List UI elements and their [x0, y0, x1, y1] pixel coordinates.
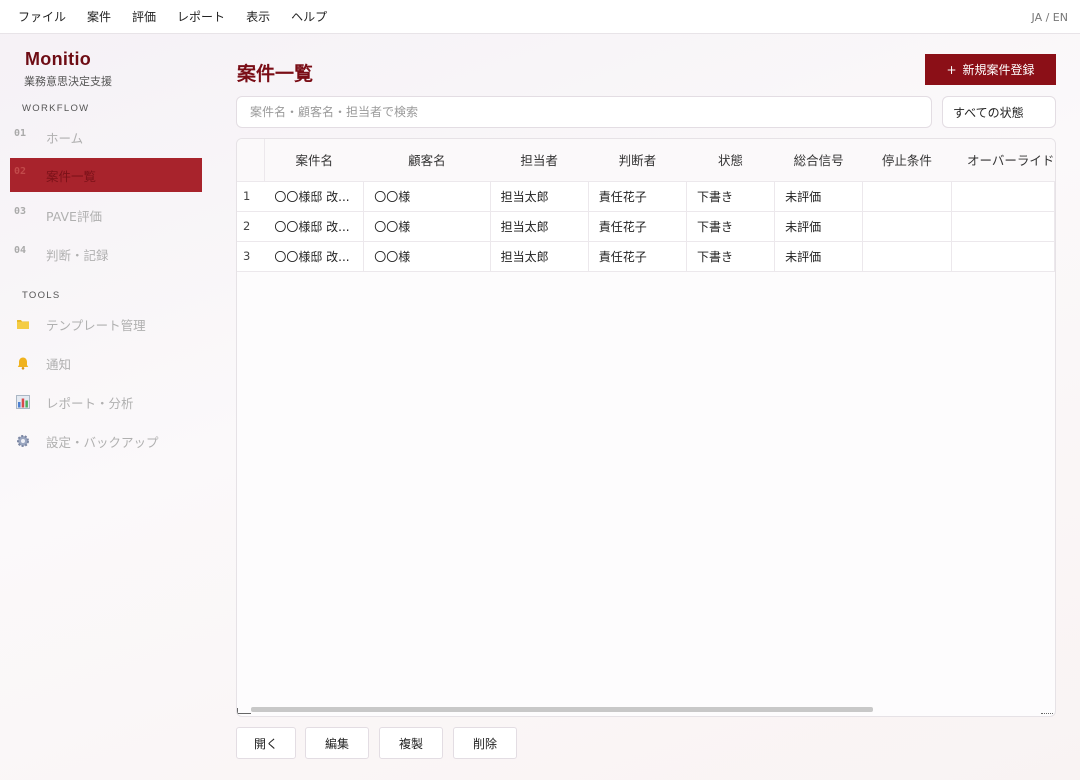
cell-case-name[interactable]: 〇〇様邸 改...	[264, 211, 365, 242]
cell-assignee[interactable]: 担当太郎	[490, 181, 589, 212]
language-switch[interactable]: JA / EN	[1032, 11, 1068, 24]
cell-stop-condition[interactable]	[862, 241, 952, 272]
row-index: 2	[237, 211, 265, 242]
table-header-row: 案件名 顧客名 担当者 判断者 状態 総合信号 停止条件 オーバーライド	[237, 139, 1055, 182]
duplicate-button[interactable]: 複製	[379, 727, 443, 759]
sidebar-item-label: 設定・バックアップ	[46, 434, 159, 450]
cell-customer-name[interactable]: 〇〇様	[363, 211, 491, 242]
header-assignee[interactable]: 担当者	[490, 139, 589, 182]
delete-button[interactable]: 削除	[453, 727, 517, 759]
header-status[interactable]: 状態	[686, 139, 775, 182]
header-overall-signal[interactable]: 総合信号	[774, 139, 863, 182]
new-case-button-label: 新規案件登録	[962, 63, 1035, 77]
sidebar-item-label: 通知	[46, 356, 72, 372]
header-customer-name[interactable]: 顧客名	[363, 139, 491, 182]
sidebar-item-settings-backup[interactable]: 設定・バックアップ	[10, 424, 202, 458]
plus-icon: +	[946, 62, 957, 77]
cell-decider[interactable]: 責任花子	[588, 181, 687, 212]
cell-status[interactable]: 下書き	[686, 211, 776, 242]
brand-name: Monitio	[25, 49, 92, 69]
cell-overall-signal[interactable]: 未評価	[774, 211, 864, 242]
case-table: 案件名 顧客名 担当者 判断者 状態 総合信号 停止条件 オーバーライド 1 〇…	[236, 138, 1056, 717]
bar-chart-icon	[16, 394, 30, 409]
folder-icon	[16, 316, 30, 330]
header-index	[237, 139, 265, 182]
workflow-section-title: WORKFLOW	[22, 103, 90, 114]
sidebar-item-reports[interactable]: レポート・分析	[10, 385, 202, 419]
header-decider[interactable]: 判断者	[588, 139, 687, 182]
resize-handle-right[interactable]	[1041, 708, 1053, 714]
sidebar-item-templates[interactable]: テンプレート管理	[10, 307, 202, 341]
search-input[interactable]	[236, 96, 932, 128]
sidebar-item-decision-record[interactable]: 04 判断・記録	[10, 237, 202, 271]
cell-assignee[interactable]: 担当太郎	[490, 241, 589, 272]
sidebar: Monitio 業務意思決定支援 WORKFLOW 01 ホーム 02 案件一覧…	[0, 34, 210, 780]
header-stop-condition[interactable]: 停止条件	[862, 139, 952, 182]
nav-number: 03	[14, 206, 27, 217]
cell-stop-condition[interactable]	[862, 181, 952, 212]
nav-number: 01	[14, 128, 27, 139]
tools-section-title: TOOLS	[22, 290, 61, 301]
cell-case-name[interactable]: 〇〇様邸 改...	[264, 181, 365, 212]
cell-override[interactable]	[951, 211, 1055, 242]
table-row[interactable]: 1 〇〇様邸 改... 〇〇様 担当太郎 責任花子 下書き 未評価	[237, 181, 1055, 212]
sidebar-item-label: 判断・記録	[46, 247, 109, 263]
sidebar-item-label: ホーム	[46, 130, 84, 146]
cell-override[interactable]	[951, 241, 1055, 272]
header-case-name[interactable]: 案件名	[264, 139, 364, 182]
page-title: 案件一覧	[237, 63, 314, 85]
menu-cases[interactable]: 案件	[87, 8, 111, 25]
sidebar-item-notifications[interactable]: 通知	[10, 346, 202, 380]
menu-help[interactable]: ヘルプ	[291, 8, 327, 25]
sidebar-item-label: テンプレート管理	[46, 317, 146, 333]
status-filter-value: すべての状態	[953, 105, 1024, 120]
brand-subtitle: 業務意思決定支援	[24, 75, 112, 88]
gear-icon	[16, 433, 30, 447]
cell-status[interactable]: 下書き	[686, 181, 776, 212]
bell-icon	[16, 355, 30, 370]
menu-items: ファイル 案件 評価 レポート 表示 ヘルプ	[0, 8, 348, 25]
menu-report[interactable]: レポート	[177, 8, 225, 25]
open-button[interactable]: 開く	[236, 727, 296, 759]
edit-button[interactable]: 編集	[305, 727, 369, 759]
resize-handle-left[interactable]	[237, 708, 251, 714]
sidebar-item-case-list[interactable]: 02 案件一覧	[10, 158, 202, 192]
sidebar-item-home[interactable]: 01 ホーム	[10, 120, 202, 154]
cell-overall-signal[interactable]: 未評価	[774, 241, 864, 272]
status-filter-select[interactable]: すべての状態	[942, 96, 1056, 128]
nav-number: 02	[14, 166, 27, 177]
new-case-button[interactable]: + 新規案件登録	[925, 54, 1056, 85]
table-row[interactable]: 2 〇〇様邸 改... 〇〇様 担当太郎 責任花子 下書き 未評価	[237, 211, 1055, 242]
case-table-grid: 案件名 顧客名 担当者 判断者 状態 総合信号 停止条件 オーバーライド 1 〇…	[237, 139, 1055, 272]
menu-evaluation[interactable]: 評価	[132, 8, 156, 25]
cell-decider[interactable]: 責任花子	[588, 211, 687, 242]
cell-case-name[interactable]: 〇〇様邸 改...	[264, 241, 365, 272]
table-row[interactable]: 3 〇〇様邸 改... 〇〇様 担当太郎 責任花子 下書き 未評価	[237, 241, 1055, 272]
menu-file[interactable]: ファイル	[18, 8, 66, 25]
cell-status[interactable]: 下書き	[686, 241, 776, 272]
nav-number: 04	[14, 245, 27, 256]
row-index: 3	[237, 241, 265, 272]
header-override[interactable]: オーバーライド	[951, 139, 1055, 182]
menu-bar: ファイル 案件 評価 レポート 表示 ヘルプ JA / EN	[0, 0, 1080, 34]
cell-stop-condition[interactable]	[862, 211, 952, 242]
menu-view[interactable]: 表示	[246, 8, 270, 25]
horizontal-scrollbar[interactable]	[251, 707, 873, 712]
cell-decider[interactable]: 責任花子	[588, 241, 687, 272]
sidebar-item-label: 案件一覧	[46, 168, 97, 184]
cell-overall-signal[interactable]: 未評価	[774, 181, 864, 212]
sidebar-item-pave-evaluation[interactable]: 03 PAVE評価	[10, 198, 202, 232]
cell-customer-name[interactable]: 〇〇様	[363, 241, 491, 272]
cell-override[interactable]	[951, 181, 1055, 212]
sidebar-item-label: PAVE評価	[46, 208, 102, 224]
cell-customer-name[interactable]: 〇〇様	[363, 181, 491, 212]
cell-assignee[interactable]: 担当太郎	[490, 211, 589, 242]
row-index: 1	[237, 181, 265, 212]
sidebar-item-label: レポート・分析	[46, 395, 134, 411]
